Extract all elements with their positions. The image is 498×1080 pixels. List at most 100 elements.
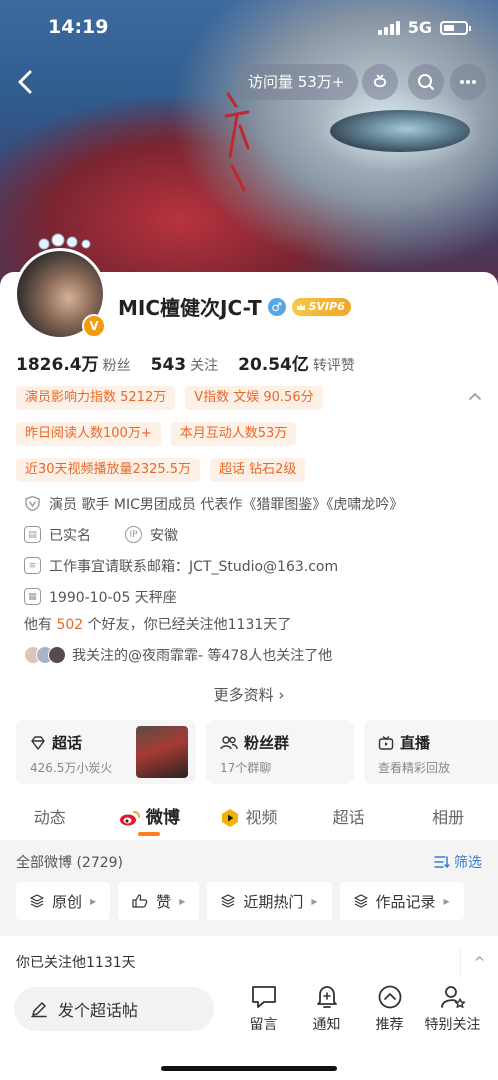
compose-post-button[interactable]: 发个超话帖: [14, 987, 214, 1031]
feature-title: 超话: [52, 734, 83, 752]
thumbs-up-icon: [132, 894, 148, 908]
supertopic-thumbnail: [136, 726, 188, 778]
tag-monthly-interactions[interactable]: 本月互动人数53万: [170, 422, 297, 446]
bottom-bar: 发个超话帖 留言 通知 推荐 特别关注: [0, 980, 498, 1080]
chip-works[interactable]: 作品记录 ▶: [339, 882, 464, 920]
feature-live[interactable]: 直播 查看精彩回放: [364, 720, 498, 784]
layers-icon: [30, 894, 44, 908]
tab-label: 微博: [145, 808, 180, 828]
more-dots-icon: [460, 80, 476, 84]
weibo-logo-icon: [119, 811, 140, 826]
weibo-count: 全部微博 (2729): [16, 855, 124, 871]
more-info-link[interactable]: 更多资料 ›: [0, 684, 498, 705]
group-icon: [220, 735, 238, 749]
action-label: 通知: [312, 1017, 341, 1033]
feature-fan-group[interactable]: 粉丝群 17个群聊: [206, 720, 354, 784]
friends-suffix: 个好友，你已经关注他1131天了: [87, 617, 292, 633]
friends-line[interactable]: 他有 502 个好友，你已经关注他1131天了: [24, 614, 291, 634]
bottom-actions: 留言 通知 推荐 特别关注: [232, 984, 484, 1034]
male-icon: ♂: [267, 297, 286, 316]
followed-duration: 你已关注他1131天: [16, 955, 136, 971]
tab-video[interactable]: 视频: [199, 798, 299, 838]
svip-badge[interactable]: SVIP6: [291, 297, 351, 316]
profile-tabs: 动态 微博 视频 超话 相册: [0, 798, 498, 838]
tab-supertopic[interactable]: 超话: [299, 798, 399, 838]
chevron-left-icon: [18, 70, 32, 94]
name-row: MIC檀健次JC-T ♂ SVIP6: [118, 292, 351, 321]
chip-label: 作品记录: [375, 892, 436, 911]
status-bar: 14:19 5G: [0, 0, 498, 56]
stats-row: 1826.4万 粉丝 543 关注 20.54亿 转评赞: [16, 350, 355, 375]
avatar: [48, 646, 66, 664]
chip-liked[interactable]: 赞 ▶: [118, 882, 200, 920]
tag-video-plays[interactable]: 近30天视频播放量2325.5万: [16, 458, 201, 482]
notify-button[interactable]: 通知: [295, 984, 358, 1034]
info-description: 演员 歌手 MIC男团成员 代表作《猎罪图鉴》《虎啸龙吟》: [24, 488, 484, 519]
message-icon: [251, 986, 276, 1008]
chip-label: 赞: [156, 892, 172, 911]
stat-followers[interactable]: 1826.4万 粉丝: [16, 350, 131, 375]
feature-supertopic[interactable]: 超话 426.5万小炭火: [16, 720, 196, 784]
id-card-icon: ▤: [24, 526, 41, 543]
tag-v-index[interactable]: V指数 文娱 90.56分: [185, 386, 323, 410]
tv-icon: [378, 735, 394, 750]
ip-location-text: 安徽: [150, 527, 178, 544]
search-button[interactable]: [408, 64, 444, 100]
video-badge-icon: [222, 809, 239, 827]
stat-following[interactable]: 543 关注: [151, 355, 219, 375]
friends-count: 502: [56, 617, 84, 633]
search-icon: [418, 74, 434, 90]
description-text: 演员 歌手 MIC男团成员 代表作《猎罪图鉴》《虎啸龙吟》: [49, 496, 404, 513]
tab-feed[interactable]: 动态: [0, 798, 100, 838]
filter-button[interactable]: 筛选: [434, 852, 482, 872]
profile-info: 演员 歌手 MIC男团成员 代表作《猎罪图鉴》《虎啸龙吟》 ▤ 已实名 IP 安…: [24, 488, 484, 612]
chevron-right-icon: ›: [278, 686, 285, 704]
friends-prefix: 他有: [24, 617, 52, 633]
tab-label: 动态: [33, 808, 66, 827]
more-button[interactable]: [450, 64, 486, 100]
feature-subtitle: 17个群聊: [220, 761, 272, 775]
birthday-text: 1990-10-05 天秤座: [49, 589, 177, 606]
crown-icon: [296, 303, 305, 310]
caret-up-icon: ^: [473, 955, 486, 971]
recommend-button[interactable]: 推荐: [358, 984, 421, 1034]
tab-album[interactable]: 相册: [398, 798, 498, 838]
action-label: 特别关注: [424, 1017, 481, 1033]
more-info-label: 更多资料: [213, 686, 274, 704]
stat-value: 1826.4万: [16, 355, 99, 375]
tab-weibo[interactable]: 微博: [100, 798, 200, 838]
cover-eye-image: [330, 110, 470, 152]
tag-influence-index[interactable]: 演员影响力指数 5212万: [16, 386, 176, 410]
avatar-pendant-icon: [38, 233, 91, 250]
tab-label: 超话: [332, 808, 365, 827]
scroll-up-button[interactable]: ^: [460, 948, 498, 978]
chip-original[interactable]: 原创 ▶: [16, 882, 111, 920]
mutual-followers[interactable]: 我关注的@夜雨霏霏- 等478人也关注了他: [24, 645, 332, 665]
back-button[interactable]: [8, 64, 44, 100]
tag-supertopic-level[interactable]: 超话 钻石2级: [210, 458, 306, 482]
feature-title: 粉丝群: [244, 734, 290, 752]
chevron-up-icon[interactable]: [468, 390, 482, 404]
network-label: 5G: [407, 18, 432, 37]
document-icon: ≡: [24, 557, 41, 574]
chip-trending[interactable]: 近期热门 ▶: [207, 882, 332, 920]
compose-label: 发个超话帖: [58, 1001, 139, 1020]
feed-filter-bar: 全部微博 (2729) 筛选 原创 ▶ 赞 ▶ 近期热门 ▶ 作品记录 ▶: [0, 840, 498, 936]
honor-tags: 演员影响力指数 5212万 V指数 文娱 90.56分 昨日阅读人数100万+ …: [16, 386, 466, 494]
contact-text[interactable]: 工作事宜请联系邮箱：JCT_Studio@163.com: [49, 556, 338, 576]
home-indicator: [161, 1066, 337, 1071]
status-time: 14:19: [48, 16, 109, 38]
stat-likes[interactable]: 20.54亿 转评赞: [238, 350, 355, 375]
gift-button[interactable]: [362, 64, 398, 100]
message-button[interactable]: 留言: [232, 984, 295, 1034]
avatar-container[interactable]: V: [14, 233, 106, 340]
tag-daily-readers[interactable]: 昨日阅读人数100万+: [16, 422, 161, 446]
stat-label: 粉丝: [102, 358, 131, 374]
feed-chips: 原创 ▶ 赞 ▶ 近期热门 ▶ 作品记录 ▶: [16, 882, 464, 920]
special-follow-button[interactable]: 特别关注: [421, 984, 484, 1034]
info-birthday: ▦ 1990-10-05 天秤座: [24, 581, 484, 612]
visits-badge[interactable]: 访问量 53万+: [234, 64, 359, 100]
signal-icon: [377, 20, 400, 35]
feature-subtitle: 查看精彩回放: [378, 761, 451, 775]
ip-icon: IP: [125, 526, 142, 543]
